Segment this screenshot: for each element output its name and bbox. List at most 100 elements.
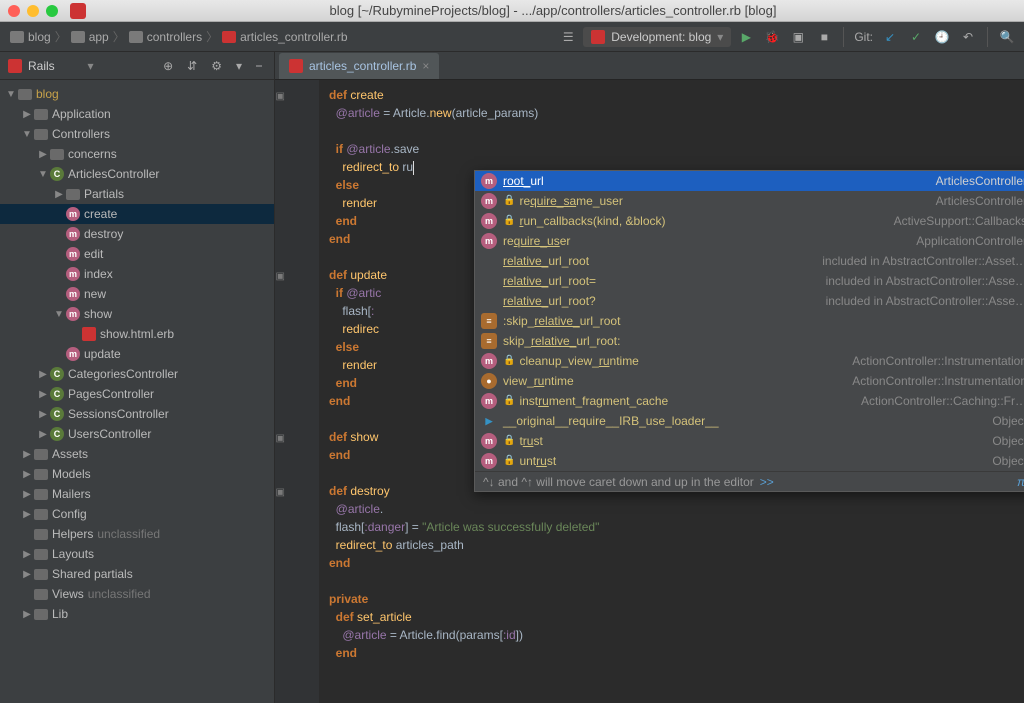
completion-item[interactable]: m🔒instrument_fragment_cacheActionControl… — [475, 391, 1024, 411]
gutter-line[interactable] — [275, 194, 313, 212]
completion-item[interactable]: ●view_runtimeActionController::Instrumen… — [475, 371, 1024, 391]
git-revert-button[interactable]: ↶ — [957, 26, 979, 48]
git-history-button[interactable]: 🕘 — [931, 26, 953, 48]
gutter-line[interactable] — [275, 320, 313, 338]
tree-arrow-icon[interactable]: ▶ — [36, 369, 50, 380]
tree-node[interactable]: ▶Partials — [0, 184, 274, 204]
debug-button[interactable]: 🐞 — [761, 26, 783, 48]
gutter-line[interactable] — [275, 302, 313, 320]
code-line[interactable]: def create — [329, 86, 1024, 104]
gutter-line[interactable] — [275, 104, 313, 122]
tree-node[interactable]: ▶CSessionsController — [0, 404, 274, 424]
gutter-line[interactable] — [275, 176, 313, 194]
tree-arrow-icon[interactable]: ▶ — [20, 469, 34, 480]
editor-tab[interactable]: articles_controller.rb × — [279, 53, 439, 79]
maximize-window-button[interactable] — [46, 5, 58, 17]
code-line[interactable]: private — [329, 590, 1024, 608]
tree-node[interactable]: mcreate — [0, 204, 274, 224]
completion-item[interactable]: m🔒untrustObject — [475, 451, 1024, 471]
tree-arrow-icon[interactable]: ▶ — [20, 449, 34, 460]
tree-node[interactable]: ▶Application — [0, 104, 274, 124]
tree-node[interactable]: ▶Mailers — [0, 484, 274, 504]
tree-arrow-icon[interactable]: ▶ — [20, 569, 34, 580]
tree-node[interactable]: Viewsunclassified — [0, 584, 274, 604]
stop-button[interactable]: ■ — [813, 26, 835, 48]
run-button[interactable]: ▶ — [735, 26, 757, 48]
completion-item[interactable]: m🔒run_callbacks(kind, &block)ActiveSuppo… — [475, 211, 1024, 231]
completion-item[interactable]: m🔒cleanup_view_runtimeActionController::… — [475, 351, 1024, 371]
code-line[interactable]: end — [329, 644, 1024, 662]
breadcrumb-item[interactable]: blog — [6, 28, 55, 46]
gutter-line[interactable] — [275, 248, 313, 266]
tree-node[interactable]: ▶Lib — [0, 604, 274, 624]
chevron-down-icon[interactable]: ▾ — [232, 57, 246, 75]
run-with-coverage-button[interactable]: ▣ — [787, 26, 809, 48]
chevron-down-icon[interactable]: ▾ — [88, 59, 94, 73]
gutter-line[interactable] — [275, 230, 313, 248]
tree-node[interactable]: mdestroy — [0, 224, 274, 244]
tree-node[interactable]: ▶CPagesController — [0, 384, 274, 404]
gutter-line[interactable] — [275, 554, 313, 572]
code-line[interactable] — [329, 572, 1024, 590]
search-everywhere-button[interactable]: 🔍 — [996, 26, 1018, 48]
gutter-line[interactable] — [275, 500, 313, 518]
gutter-line[interactable]: ▣ — [275, 482, 313, 500]
tree-arrow-icon[interactable]: ▶ — [20, 109, 34, 120]
close-tab-icon[interactable]: × — [422, 59, 429, 73]
completion-item[interactable]: mroot_urlArticlesController — [475, 171, 1024, 191]
tree-arrow-icon[interactable]: ▶ — [36, 409, 50, 420]
tree-arrow-icon[interactable]: ▶ — [36, 149, 50, 160]
tree-arrow-icon[interactable]: ▼ — [4, 89, 18, 100]
tree-arrow-icon[interactable]: ▶ — [20, 509, 34, 520]
hide-tool-window-button[interactable]: ⎯ — [252, 56, 266, 75]
tree-node[interactable]: ▶Layouts — [0, 544, 274, 564]
gutter-line[interactable] — [275, 212, 313, 230]
completion-item[interactable]: m🔒trustObject — [475, 431, 1024, 451]
tree-node[interactable]: ▶CUsersController — [0, 424, 274, 444]
gutter-line[interactable] — [275, 374, 313, 392]
breadcrumb-item[interactable]: app — [67, 28, 113, 46]
code-line[interactable]: def set_article — [329, 608, 1024, 626]
code-line[interactable]: @article = Article.new(article_params) — [329, 104, 1024, 122]
locate-button[interactable]: ⊕ — [159, 57, 177, 75]
tree-node[interactable]: ▶Shared partials — [0, 564, 274, 584]
code-line[interactable] — [329, 122, 1024, 140]
gutter-line[interactable] — [275, 608, 313, 626]
gutter-line[interactable] — [275, 536, 313, 554]
toggle-tool-window-button[interactable]: ☰ — [557, 26, 579, 48]
gutter-line[interactable] — [275, 464, 313, 482]
tree-node[interactable]: mnew — [0, 284, 274, 304]
tree-arrow-icon[interactable]: ▶ — [20, 609, 34, 620]
gutter-line[interactable] — [275, 644, 313, 662]
gutter-line[interactable] — [275, 284, 313, 302]
completion-item[interactable]: relative_url_rootincluded in AbstractCon… — [475, 251, 1024, 271]
tree-node[interactable]: show.html.erb — [0, 324, 274, 344]
completion-item[interactable]: m🔒require_same_userArticlesController — [475, 191, 1024, 211]
tree-node[interactable]: medit — [0, 244, 274, 264]
tree-node[interactable]: ▼Controllers — [0, 124, 274, 144]
breadcrumb-item[interactable]: articles_controller.rb — [218, 28, 351, 46]
gutter-line[interactable]: ▣ — [275, 86, 313, 104]
tree-node[interactable]: ▶Models — [0, 464, 274, 484]
completion-item[interactable]: relative_url_root?included in AbstractCo… — [475, 291, 1024, 311]
code-completion-popup[interactable]: mroot_urlArticlesControllerm🔒require_sam… — [474, 170, 1024, 492]
completion-item[interactable]: mrequire_userApplicationController — [475, 231, 1024, 251]
code-line[interactable]: @article. — [329, 500, 1024, 518]
completion-item[interactable]: ▶__original__require__IRB_use_loader__Ob… — [475, 411, 1024, 431]
tree-node[interactable]: ▼CArticlesController — [0, 164, 274, 184]
settings-icon[interactable]: ⚙ — [207, 57, 226, 75]
tree-node[interactable]: mupdate — [0, 344, 274, 364]
tree-node[interactable]: mindex — [0, 264, 274, 284]
code-line[interactable]: flash[:danger] = "Article was successful… — [329, 518, 1024, 536]
gutter-line[interactable] — [275, 590, 313, 608]
tree-arrow-icon[interactable]: ▶ — [20, 549, 34, 560]
completion-more-link[interactable]: >> — [760, 473, 774, 491]
git-commit-button[interactable]: ✓ — [905, 26, 927, 48]
code-line[interactable]: if @article.save — [329, 140, 1024, 158]
code-line[interactable]: redirect_to articles_path — [329, 536, 1024, 554]
gutter-line[interactable] — [275, 338, 313, 356]
gutter-line[interactable] — [275, 356, 313, 374]
tree-arrow-icon[interactable]: ▼ — [36, 169, 50, 180]
tree-node[interactable]: ▼blog — [0, 84, 274, 104]
completion-item[interactable]: relative_url_root=included in AbstractCo… — [475, 271, 1024, 291]
